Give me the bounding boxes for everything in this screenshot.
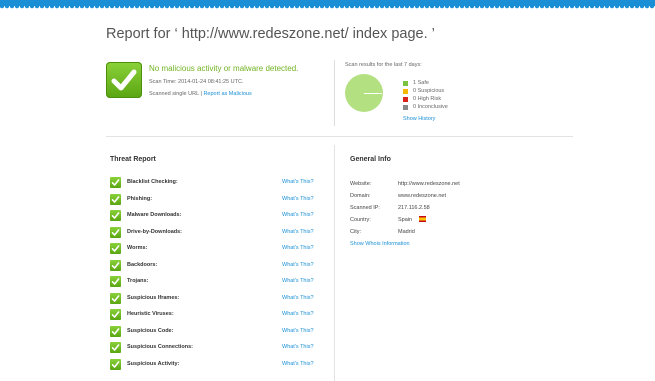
threat-name: Trojans: [127, 278, 149, 284]
scan-results-heading: Scan results for the last 7 days: [345, 62, 422, 68]
whats-this-link[interactable]: What's This? [282, 278, 314, 284]
check-icon [110, 210, 121, 221]
scanned-note-text: Scanned single URL | [149, 91, 202, 97]
threat-row: Suspicious Iframes: What's This? [110, 292, 322, 305]
threat-row: Heuristic Viruses: What's This? [110, 309, 322, 321]
whats-this-link[interactable]: What's This? [282, 295, 314, 301]
results-legend: 1 Safe 0 Suspicious 0 High Risk 0 Inconc… [403, 79, 448, 111]
threat-row: Malware Downloads: What's This? [110, 210, 322, 222]
legend-label-suspicious: 0 Suspicious [413, 88, 445, 94]
summary-divider [334, 60, 335, 126]
threat-name: Blacklist Checking: [127, 179, 178, 185]
info-value: Madrid [398, 229, 415, 235]
legend-label-inconclusive: 0 Inconclusive [413, 104, 448, 110]
check-icon [110, 193, 121, 205]
threat-row: Drive-by-Downloads: What's This? [110, 226, 322, 239]
whats-this-link[interactable]: What's This? [282, 229, 314, 235]
check-icon [110, 358, 121, 370]
legend-swatch-inconclusive [403, 104, 408, 110]
threat-row: Suspicious Activity: What's This? [110, 358, 322, 371]
whats-this-link[interactable]: What's This? [282, 179, 314, 185]
page-title: Report for ‘ http://www.redeszone.net/ i… [106, 26, 435, 42]
large-check-icon [106, 62, 142, 98]
threat-report-title: Threat Report [110, 156, 156, 163]
info-value: http://www.redeszone.net [398, 181, 460, 187]
legend-item-safe: 1 Safe [403, 79, 448, 87]
info-label: Domain: [350, 193, 371, 199]
general-info-title: General Info [350, 156, 391, 163]
show-history-link[interactable]: Show History [403, 116, 435, 122]
check-icon [110, 243, 121, 254]
whats-this-link[interactable]: What's This? [282, 311, 314, 317]
threat-row: Backdoors: What's This? [110, 259, 322, 272]
show-whois-link[interactable]: Show Whois Information [350, 241, 410, 247]
threat-name: Backdoors: [127, 261, 158, 268]
threat-row: Suspicious Connections: What's This? [110, 342, 322, 354]
section-divider [106, 136, 573, 137]
threat-name: Suspicious Activity: [127, 360, 180, 367]
legend-swatch-suspicious [403, 88, 408, 94]
legend-label-safe: 1 Safe [413, 80, 429, 86]
check-icon [110, 276, 121, 287]
info-label: Website: [350, 181, 372, 187]
column-divider [334, 145, 335, 381]
whats-this-link[interactable]: What's This? [282, 328, 314, 334]
info-value: www.redeszone.net [398, 193, 446, 199]
info-value: 217.116.2.58 [398, 205, 430, 211]
check-icon [110, 226, 121, 238]
info-label: Scanned IP: [350, 205, 380, 211]
whats-this-link[interactable]: What's This? [282, 361, 314, 367]
threat-name: Heuristic Viruses: [127, 311, 174, 317]
check-icon [110, 342, 121, 353]
threat-row: Phishing: What's This? [110, 193, 322, 206]
whats-this-link[interactable]: What's This? [282, 344, 314, 350]
check-icon [110, 177, 121, 188]
threat-name: Suspicious Iframes: [127, 294, 180, 301]
threat-row: Worms: What's This? [110, 243, 322, 255]
threat-row: Blacklist Checking: What's This? [110, 177, 322, 189]
threat-name: Phishing: [127, 195, 153, 202]
whats-this-link[interactable]: What's This? [282, 245, 314, 251]
scan-time: Scan Time: 2014-01-24 08:41:25 UTC. [149, 79, 244, 85]
threat-name: Worms: [127, 245, 148, 251]
whats-this-link[interactable]: What's This? [282, 196, 314, 202]
check-icon [110, 292, 121, 304]
legend-item-suspicious: 0 Suspicious [403, 87, 448, 95]
legend-item-inconclusive: 0 Inconclusive [403, 103, 448, 111]
threat-name: Malware Downloads: [127, 212, 182, 218]
report-malicious-link[interactable]: Report as Malicious [203, 91, 251, 97]
whats-this-link[interactable]: What's This? [282, 262, 314, 268]
check-icon [110, 259, 121, 271]
top-accent-bar [0, 0, 655, 9]
info-label: Country: [350, 217, 371, 223]
threat-row: Suspicious Code: What's This? [110, 325, 322, 338]
threat-name: Suspicious Connections: [127, 344, 194, 350]
legend-item-high-risk: 0 High Risk [403, 95, 448, 103]
legend-swatch-safe [403, 80, 408, 86]
check-icon [110, 309, 121, 320]
legend-swatch-high-risk [403, 96, 408, 102]
results-pie-chart [345, 74, 383, 112]
threat-name: Drive-by-Downloads: [127, 228, 183, 235]
whats-this-link[interactable]: What's This? [282, 212, 314, 218]
threat-name: Suspicious Code: [127, 327, 174, 334]
info-value: Spain [398, 217, 413, 223]
legend-label-high-risk: 0 High Risk [413, 96, 442, 102]
verdict-text: No malicious activity or malware detecte… [149, 64, 299, 73]
scan-note: Scanned single URL | Report as Malicious [149, 91, 252, 97]
threat-row: Trojans: What's This? [110, 276, 322, 288]
check-icon [110, 325, 121, 337]
info-label: City: [350, 229, 361, 235]
spain-flag-icon [419, 216, 426, 222]
